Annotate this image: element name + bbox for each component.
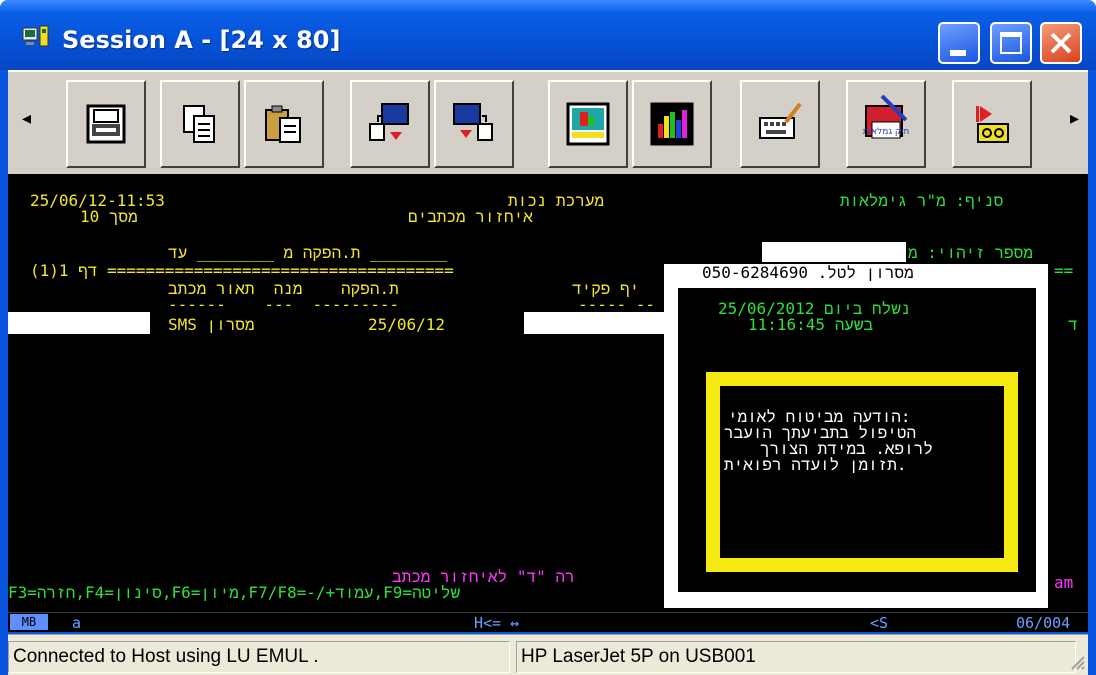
screen-number: 10 מסך <box>80 207 138 226</box>
popup-sent-time: בשעה 11:16:45 <box>748 315 874 334</box>
status-bar: Connected to Host using LU EMUL . HP Las… <box>8 634 1088 675</box>
cursor-position: 06/004 <box>1016 614 1071 632</box>
printer-status: HP LaserJet 5P on USB001 <box>516 641 1076 673</box>
close-button[interactable] <box>1040 22 1082 64</box>
row-right-char: ד <box>1068 315 1078 334</box>
id-label: מספר זיהוי: מ <box>908 243 1033 262</box>
popup-header: מסרון לטל. 050-6284690 <box>702 263 914 282</box>
am-indicator: am <box>1054 573 1074 592</box>
gimlaot-app-button[interactable]: תיק גמלאות <box>846 80 926 168</box>
paste-icon <box>265 105 301 143</box>
copy-button[interactable] <box>160 80 240 168</box>
sms-popup: מסרון לטל. 050-6284690 נשלח ביום 25/06/2… <box>664 264 1048 608</box>
toolbar-scroll-left-icon[interactable]: ◂ <box>22 108 31 129</box>
display-setup-icon <box>566 102 610 146</box>
popup-body: נשלח ביום 25/06/2012 בשעה 11:16:45 הודעה… <box>678 288 1036 592</box>
print-icon <box>86 104 126 144</box>
resize-grip-icon[interactable] <box>1068 643 1086 671</box>
copy-icon <box>183 105 215 143</box>
popup-message-line: תזומן לועדה רפואית. <box>724 455 907 474</box>
id-input[interactable] <box>762 242 906 262</box>
popup-message-box: הודעה מביטוח לאומי: הטיפול בתביעתך הועבר… <box>706 372 1018 572</box>
column-underline: ------ --- --------- <box>168 295 400 314</box>
app-icon[interactable] <box>22 24 54 50</box>
maximize-button[interactable] <box>990 22 1032 64</box>
application-window: Session A - [24 x 80] ◂ תיק גמלאות ▸ 25/… <box>0 0 1096 675</box>
display-setup-button[interactable] <box>548 80 628 168</box>
minimize-icon <box>950 50 966 56</box>
minimize-button[interactable] <box>938 22 980 64</box>
title-bar[interactable]: Session A - [24 x 80] <box>0 0 1096 70</box>
window-title: Session A - [24 x 80] <box>62 26 341 54</box>
page-marker: (1)1 דף ================================… <box>30 261 454 280</box>
receive-file-icon <box>453 103 493 141</box>
toolbar-scroll-right-icon[interactable]: ▸ <box>1070 108 1079 129</box>
row-clerk-field <box>524 312 668 334</box>
status-s: <S <box>870 614 889 632</box>
color-map-button[interactable] <box>632 80 712 168</box>
send-file-button[interactable] <box>350 80 430 168</box>
branch-label: סניף: מ"ר גימלאות <box>840 191 1004 210</box>
date-range-field[interactable]: ת.הפקה מ ________ עד ________ <box>168 244 447 262</box>
row-date: 25/06/12 <box>368 315 446 334</box>
paste-button[interactable] <box>244 80 324 168</box>
receive-file-button[interactable] <box>434 80 514 168</box>
status-arrows: H<= ↔ <box>474 614 520 632</box>
subsystem-name: איחזור מכתבים <box>408 207 533 226</box>
right-rule: == <box>1054 261 1074 280</box>
status-a: a <box>72 614 82 632</box>
macro-play-icon <box>976 106 1009 143</box>
maximize-icon <box>1000 32 1022 54</box>
row-letter-type: SMS מסרון <box>168 315 255 334</box>
close-icon <box>1050 32 1072 54</box>
gimlaot-app-icon: תיק גמלאות <box>863 94 910 139</box>
status-mode-indicator: MB <box>10 614 48 630</box>
connection-status: Connected to Host using LU EMUL . <box>8 641 510 673</box>
row-selection-input[interactable] <box>8 312 150 334</box>
color-map-icon <box>650 102 694 146</box>
operator-info-area: MB a H<= ↔ <S 06/004 <box>8 612 1088 632</box>
svg-text:תיק גמלאות: תיק גמלאות <box>863 127 910 137</box>
toolbar: ◂ תיק גמלאות ▸ <box>8 70 1088 174</box>
keyboard-map-button[interactable] <box>740 80 820 168</box>
function-keys: F3=חזרה,F4=סינון,F6=מיון,F7/F8=-/+עמוד,F… <box>8 583 461 602</box>
print-button[interactable] <box>66 80 146 168</box>
macro-play-button[interactable] <box>952 80 1032 168</box>
terminal-screen[interactable]: 25/06/12-11:53 10 מסך מערכת נכות איחזור … <box>8 174 1088 612</box>
send-file-icon <box>369 103 409 141</box>
keyboard-map-icon <box>759 102 802 139</box>
